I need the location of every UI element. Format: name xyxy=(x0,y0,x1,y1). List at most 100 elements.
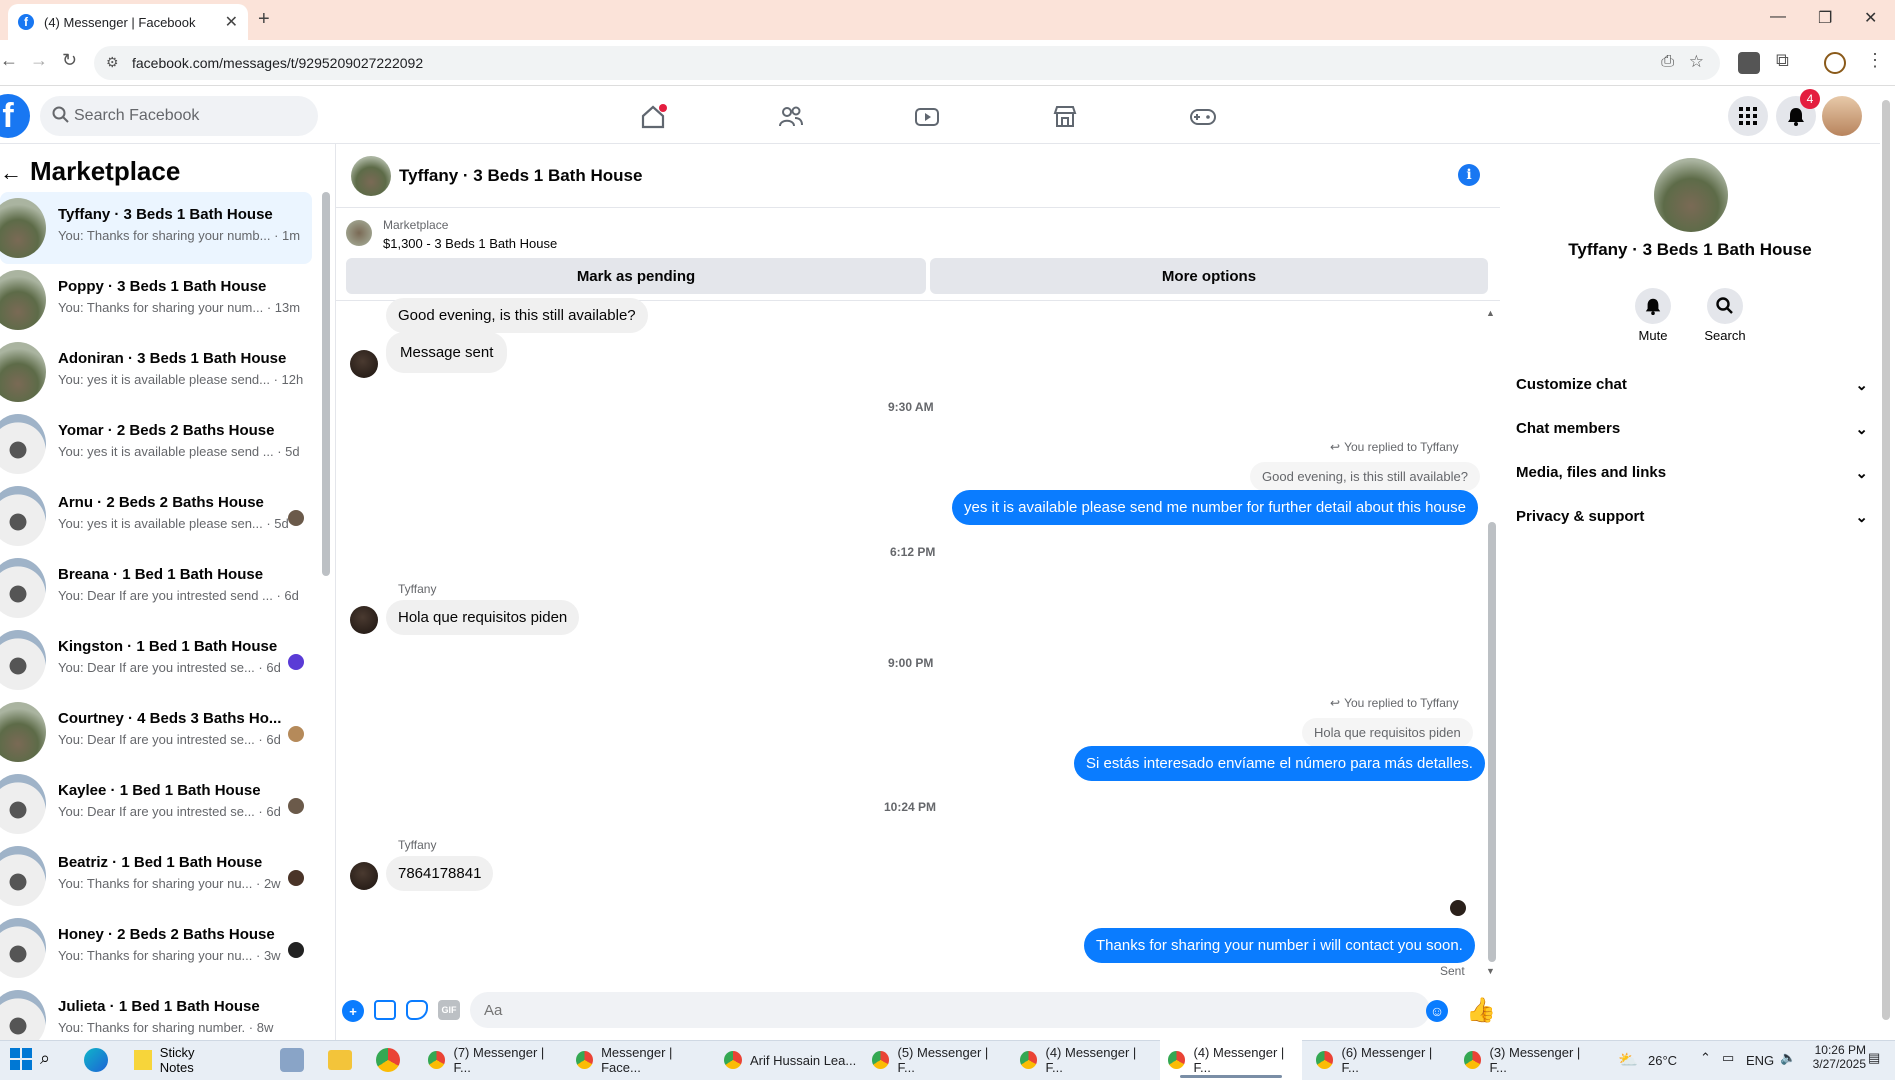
search-in-chat-button[interactable] xyxy=(1707,288,1743,324)
privacy-support-row[interactable]: Privacy & support ⌄ xyxy=(1516,508,1868,526)
conversation-item[interactable]: Breana · 1 Bed 1 Bath House You: Dear If … xyxy=(0,552,312,624)
account-avatar[interactable] xyxy=(1822,96,1862,136)
page-scrollbar[interactable] xyxy=(1882,100,1890,1020)
more-options-button[interactable]: More options xyxy=(930,258,1488,294)
extensions-puzzle-icon[interactable]: ⧉ xyxy=(1776,50,1789,71)
conversation-item[interactable]: Adoniran · 3 Beds 1 Bath House You: yes i… xyxy=(0,336,312,408)
mute-button[interactable] xyxy=(1635,288,1671,324)
emoji-icon[interactable]: ☺ xyxy=(1426,1000,1448,1022)
conversation-item[interactable]: Julieta · 1 Bed 1 Bath House You: Thanks … xyxy=(0,984,312,1040)
sender-avatar[interactable] xyxy=(350,862,378,890)
conversation-item[interactable]: Courtney · 4 Beds 3 Baths Ho... You: Dear… xyxy=(0,696,312,768)
message-input[interactable] xyxy=(470,992,1430,1028)
chrome-icon[interactable] xyxy=(376,1048,400,1072)
search-facebook-input[interactable]: Search Facebook xyxy=(40,96,318,136)
conversation-item[interactable]: Poppy · 3 Beds 1 Bath House You: Thanks f… xyxy=(0,264,312,336)
back-icon[interactable]: ← xyxy=(0,50,18,71)
install-icon[interactable]: ⎙ xyxy=(1661,53,1674,71)
weather-icon[interactable]: ⛅ xyxy=(1618,1050,1638,1070)
reload-icon[interactable]: ↻ xyxy=(62,50,77,71)
listing-price[interactable]: $1,300 - 3 Beds 1 Bath House xyxy=(383,236,557,251)
profile-icon[interactable] xyxy=(1824,52,1846,74)
taskbar-chrome-window[interactable]: Messenger | Face... xyxy=(568,1040,710,1080)
quoted-message[interactable]: Hola que requisitos piden xyxy=(1302,718,1473,747)
outgoing-message[interactable]: Si estás interesado envíame el número pa… xyxy=(1074,746,1485,781)
menu-grid-icon[interactable] xyxy=(1728,96,1768,136)
customize-chat-row[interactable]: Customize chat ⌄ xyxy=(1516,376,1868,394)
network-icon[interactable]: ▭ xyxy=(1722,1050,1734,1066)
address-bar[interactable]: ⚙ facebook.com/messages/t/92952090272220… xyxy=(94,46,1720,80)
sticky-notes-task[interactable]: Sticky Notes xyxy=(134,1045,224,1075)
site-info-icon[interactable]: ⚙ xyxy=(106,54,119,71)
clock[interactable]: 10:26 PM 3/27/2025 xyxy=(1806,1043,1866,1071)
taskbar-search-icon[interactable]: ⌕ xyxy=(40,1048,50,1069)
media-files-links-row[interactable]: Media, files and links ⌄ xyxy=(1516,464,1868,482)
chat-members-row[interactable]: Chat members ⌄ xyxy=(1516,420,1868,438)
incoming-message[interactable]: Good evening, is this still available? xyxy=(386,298,648,333)
conversation-item[interactable]: Kaylee · 1 Bed 1 Bath House You: Dear If … xyxy=(0,768,312,840)
taskbar-chrome-window[interactable]: (3) Messenger | F... xyxy=(1456,1040,1598,1080)
taskbar-chrome-window[interactable]: Arif Hussain Lea... xyxy=(716,1040,858,1080)
conversation-item[interactable]: Tyffany · 3 Beds 1 Bath House You: Thanks… xyxy=(0,192,312,264)
scroll-up-icon[interactable]: ▲ xyxy=(1486,308,1495,318)
incoming-message[interactable]: Hola que requisitos piden xyxy=(386,600,580,635)
windows-start-icon[interactable] xyxy=(10,1048,32,1070)
taskbar-chrome-window[interactable]: (7) Messenger | F... xyxy=(420,1040,562,1080)
friends-icon[interactable] xyxy=(774,100,808,134)
sidebar-scrollbar[interactable] xyxy=(322,192,330,576)
volume-icon[interactable]: 🔈 xyxy=(1780,1050,1796,1066)
attach-image-icon[interactable] xyxy=(374,1000,396,1020)
sender-avatar[interactable] xyxy=(350,350,378,378)
bookmark-star-icon[interactable]: ☆ xyxy=(1689,52,1704,72)
conversation-item[interactable]: Yomar · 2 Beds 2 Baths House You: yes it … xyxy=(0,408,312,480)
taskbar-chrome-window[interactable]: (5) Messenger | F... xyxy=(864,1040,1006,1080)
details-avatar[interactable] xyxy=(1654,158,1728,232)
taskbar-chrome-window-active[interactable]: (4) Messenger | F... xyxy=(1160,1040,1302,1080)
video-icon[interactable] xyxy=(910,100,944,134)
mark-as-pending-button[interactable]: Mark as pending xyxy=(346,258,926,294)
close-tab-icon[interactable]: ✕ xyxy=(225,12,238,32)
extension-off-icon[interactable] xyxy=(1738,52,1760,74)
add-plus-icon[interactable]: + xyxy=(342,1000,364,1022)
home-icon[interactable] xyxy=(636,100,670,134)
close-window-icon[interactable]: ✕ xyxy=(1864,8,1877,28)
outgoing-message[interactable]: Thanks for sharing your number i will co… xyxy=(1084,928,1475,963)
scroll-down-icon[interactable]: ▼ xyxy=(1486,966,1495,976)
minimize-icon[interactable]: — xyxy=(1770,8,1786,26)
gaming-icon[interactable] xyxy=(1186,100,1220,134)
back-arrow-icon[interactable]: ← xyxy=(0,160,22,186)
quoted-message[interactable]: Good evening, is this still available? xyxy=(1250,462,1480,491)
taskbar-chrome-window[interactable]: (6) Messenger | F... xyxy=(1308,1040,1450,1080)
gif-icon[interactable]: GIF xyxy=(438,1000,460,1020)
chat-avatar[interactable] xyxy=(351,156,391,196)
chrome-menu-icon[interactable]: ⋮ xyxy=(1866,50,1884,71)
listing-thumbnail xyxy=(0,702,46,762)
conversation-item[interactable]: Arnu · 2 Beds 2 Baths House You: yes it i… xyxy=(0,480,312,552)
conversation-item[interactable]: Kingston · 1 Bed 1 Bath House You: Dear I… xyxy=(0,624,312,696)
incoming-message[interactable]: 7864178841 xyxy=(386,856,494,891)
forward-icon[interactable]: → xyxy=(30,50,48,71)
browser-tab[interactable]: f (4) Messenger | Facebook ✕ xyxy=(8,4,248,40)
outgoing-message[interactable]: yes it is available please send me numbe… xyxy=(952,490,1478,525)
marketplace-icon[interactable] xyxy=(1048,100,1082,134)
tray-chevron-icon[interactable]: ⌃ xyxy=(1700,1050,1711,1066)
chat-title[interactable]: Tyffany · 3 Beds 1 Bath House xyxy=(399,166,642,186)
language[interactable]: ENG xyxy=(1746,1053,1774,1068)
incoming-message[interactable]: Message sent xyxy=(386,332,508,373)
app-icon[interactable] xyxy=(280,1048,304,1072)
conversation-item[interactable]: Honey · 2 Beds 2 Baths House You: Thanks … xyxy=(0,912,312,984)
sender-name: Tyffany xyxy=(398,838,437,852)
new-tab-icon[interactable]: + xyxy=(258,8,270,31)
sender-avatar[interactable] xyxy=(350,606,378,634)
listing-thumbnail-small[interactable] xyxy=(346,220,372,246)
conversation-item[interactable]: Beatriz · 1 Bed 1 Bath House You: Thanks … xyxy=(0,840,312,912)
taskbar-chrome-window[interactable]: (4) Messenger | F... xyxy=(1012,1040,1154,1080)
notification-center-icon[interactable]: ▤ xyxy=(1868,1050,1880,1066)
file-explorer-icon[interactable] xyxy=(328,1050,352,1070)
chat-scrollbar[interactable] xyxy=(1488,522,1496,962)
thumbs-up-icon[interactable]: 👍 xyxy=(1466,996,1496,1025)
info-icon[interactable]: i xyxy=(1458,164,1480,186)
maximize-icon[interactable]: ❐ xyxy=(1818,8,1832,28)
edge-icon[interactable] xyxy=(84,1048,108,1072)
temperature[interactable]: 26°C xyxy=(1648,1053,1677,1068)
